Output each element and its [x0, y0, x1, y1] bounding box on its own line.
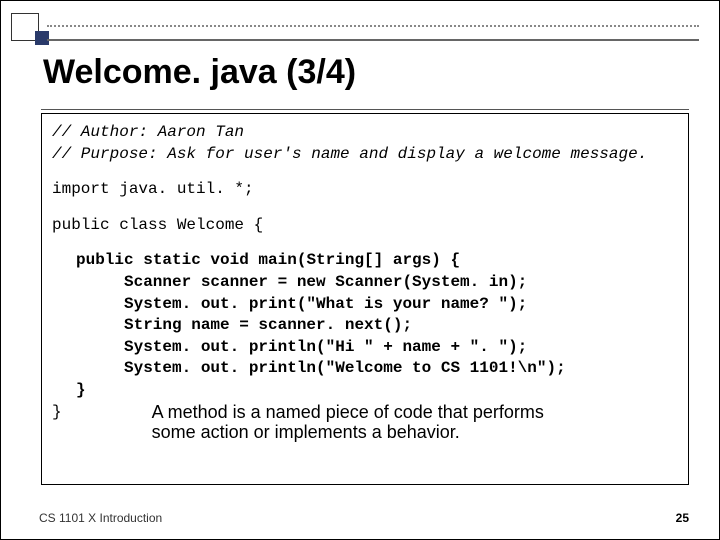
- code-class-decl: public class Welcome {: [52, 215, 678, 237]
- code-comment-author: // Author: Aaron Tan: [52, 122, 678, 144]
- code-line-3: String name = scanner. next();: [124, 315, 678, 337]
- slide: Welcome. java (3/4) // Author: Aaron Tan…: [0, 0, 720, 540]
- code-import: import java. util. *;: [52, 179, 678, 201]
- code-comment-purpose: // Purpose: Ask for user's name and disp…: [52, 144, 678, 166]
- code-line-1: Scanner scanner = new Scanner(System. in…: [124, 272, 678, 294]
- decor-dotted-line: [47, 25, 699, 27]
- code-close-class: }: [52, 402, 62, 424]
- code-line-4: System. out. println("Hi " + name + ". "…: [124, 337, 678, 359]
- thin-line: [41, 109, 689, 110]
- code-line-5: System. out. println("Welcome to CS 1101…: [124, 358, 678, 380]
- code-main-sig: public static void main(String[] args) {: [76, 250, 678, 272]
- footer-left: CS 1101 X Introduction: [39, 511, 162, 525]
- annotation-text: A method is a named piece of code that p…: [152, 402, 572, 443]
- decor-solid-line: [47, 39, 699, 41]
- slide-title: Welcome. java (3/4): [43, 53, 356, 92]
- code-close-method: }: [76, 380, 678, 402]
- decor-box-filled: [35, 31, 49, 45]
- header-decor: [11, 9, 49, 45]
- footer-page-number: 25: [676, 511, 689, 525]
- code-line-2: System. out. print("What is your name? "…: [124, 294, 678, 316]
- code-block: // Author: Aaron Tan // Purpose: Ask for…: [41, 113, 689, 485]
